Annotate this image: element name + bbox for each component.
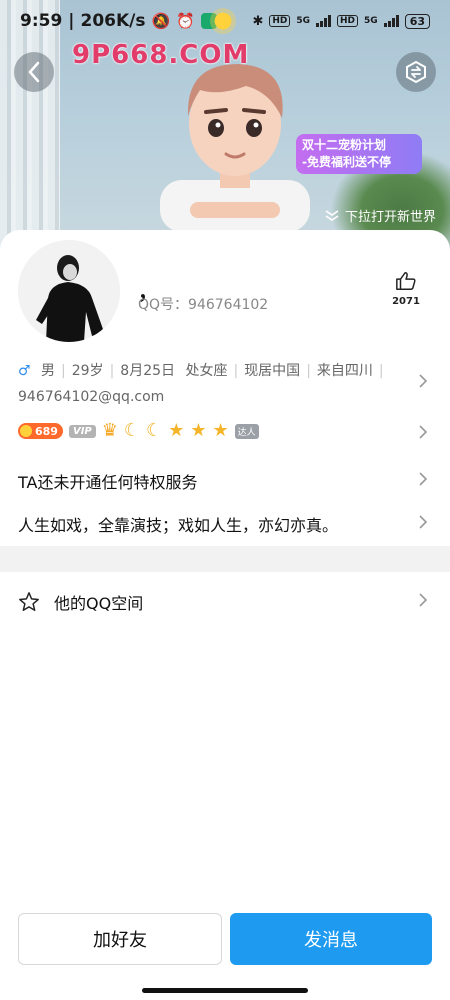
level-badge: 689 xyxy=(18,423,63,439)
bluetooth-icon: ✱ xyxy=(252,13,264,29)
star-outline-icon xyxy=(19,592,39,611)
hd-badge-1: HD xyxy=(269,15,291,27)
promo-line-2: -免费福利送不停 xyxy=(302,155,391,169)
status-net-speed: 206K/s xyxy=(80,11,146,31)
level-value: 689 xyxy=(35,424,58,438)
qzone-row[interactable]: 他的QQ空间 xyxy=(18,590,143,614)
vip-badge: VIP xyxy=(68,424,96,438)
mute-bell-icon: 🔕 xyxy=(151,12,171,30)
qq-number: QQ号：946764102 xyxy=(138,297,269,313)
like-count: 2071 xyxy=(392,296,420,307)
location-text: 现居中国 xyxy=(244,363,301,379)
double-chevron-down-icon xyxy=(325,209,339,221)
network-label-2: 5G xyxy=(364,16,378,26)
profile-card: ， QQ号：946764102 2071 ♂ 男 | 29岁 | 8月25日 处女座 | 现… xyxy=(0,230,450,1000)
network-label-1: 5G xyxy=(296,16,311,26)
signal-icon-2 xyxy=(383,15,399,27)
expert-badge: 达人 xyxy=(234,423,259,439)
email-text: 946764102@qq.com xyxy=(18,389,165,405)
zodiac-text: 处女座 xyxy=(185,363,228,379)
status-divider: | xyxy=(68,11,75,31)
battery-indicator: 63 xyxy=(404,13,430,29)
profile-avatar[interactable] xyxy=(18,240,120,342)
age-text: 29岁 xyxy=(71,363,104,379)
watermark-text: 9P668.COM xyxy=(72,40,250,70)
like-button[interactable]: 2071 xyxy=(388,270,424,307)
alarm-icon: ⏰ xyxy=(176,12,195,30)
moon-icon: ☾ xyxy=(123,420,141,441)
add-friend-button[interactable]: 加好友 xyxy=(18,913,222,965)
chevron-right-icon xyxy=(419,515,428,529)
star-icon-2: ★ xyxy=(190,420,207,441)
level-badges-row[interactable]: 689 VIP ♛ ☾ ☾ ★ ★ ★ 达人 xyxy=(18,421,259,441)
crown-icon: ♛ xyxy=(101,420,118,441)
hd-badge-2: HD xyxy=(337,15,359,27)
hometown-text: 来自四川 xyxy=(316,363,373,379)
promo-banner[interactable]: 双十二宠粉计划 -免费福利送不停 xyxy=(296,134,422,174)
signature-row[interactable]: 人生如戏，全靠演技；戏如人生，亦幻亦真。 xyxy=(18,512,338,536)
thumbs-up-icon xyxy=(396,272,416,290)
pull-tip-label: 下拉打开新世界 xyxy=(344,210,436,225)
level-coin-icon xyxy=(20,425,32,437)
moon-icon-2: ☾ xyxy=(146,420,163,441)
birthday-text: 8月25日 xyxy=(120,363,176,379)
chevron-left-icon xyxy=(28,61,40,83)
back-button[interactable] xyxy=(14,52,54,92)
privilege-row[interactable]: TA还未开通任何特权服务 xyxy=(18,469,197,493)
weather-sun-icon xyxy=(210,8,236,34)
promo-line-1: 双十二宠粉计划 xyxy=(302,138,387,152)
action-bar: 加好友 发消息 xyxy=(18,913,432,965)
hexagon-swap-icon xyxy=(406,60,426,84)
chevron-right-icon xyxy=(419,472,428,486)
male-icon: ♂ xyxy=(18,363,31,379)
gender-text: 男 xyxy=(41,363,56,379)
star-icon-3: ★ xyxy=(212,420,229,441)
change-cover-button[interactable] xyxy=(396,52,436,92)
info-line-1: ♂ 男 | 29岁 | 8月25日 处女座 | 现居中国 | 来自四川 | xyxy=(18,363,384,379)
pull-down-tip[interactable]: 下拉打开新世界 xyxy=(325,206,436,225)
basic-info-row[interactable]: ♂ 男 | 29岁 | 8月25日 处女座 | 现居中国 | 来自四川 | 946764102@q… xyxy=(18,358,408,410)
qzone-label: 他的QQ空间 xyxy=(54,594,144,613)
chevron-right-icon xyxy=(419,425,428,439)
chevron-right-icon xyxy=(419,374,428,388)
signal-icon-1 xyxy=(316,15,332,27)
section-divider xyxy=(0,546,450,572)
status-time: 9:59 xyxy=(20,11,63,31)
profile-cover-banner[interactable]: 9:59 | 206K/s 🔕 ⏰ ✱ HD 5G HD 5G 63 9P668 xyxy=(0,0,450,250)
star-icon: ★ xyxy=(168,420,185,441)
avatar-photo-silhouette xyxy=(18,240,120,342)
home-indicator[interactable] xyxy=(142,988,308,993)
send-message-button[interactable]: 发消息 xyxy=(230,913,432,965)
cartoon-avatar-illustration xyxy=(160,64,310,232)
chevron-right-icon xyxy=(419,593,428,607)
